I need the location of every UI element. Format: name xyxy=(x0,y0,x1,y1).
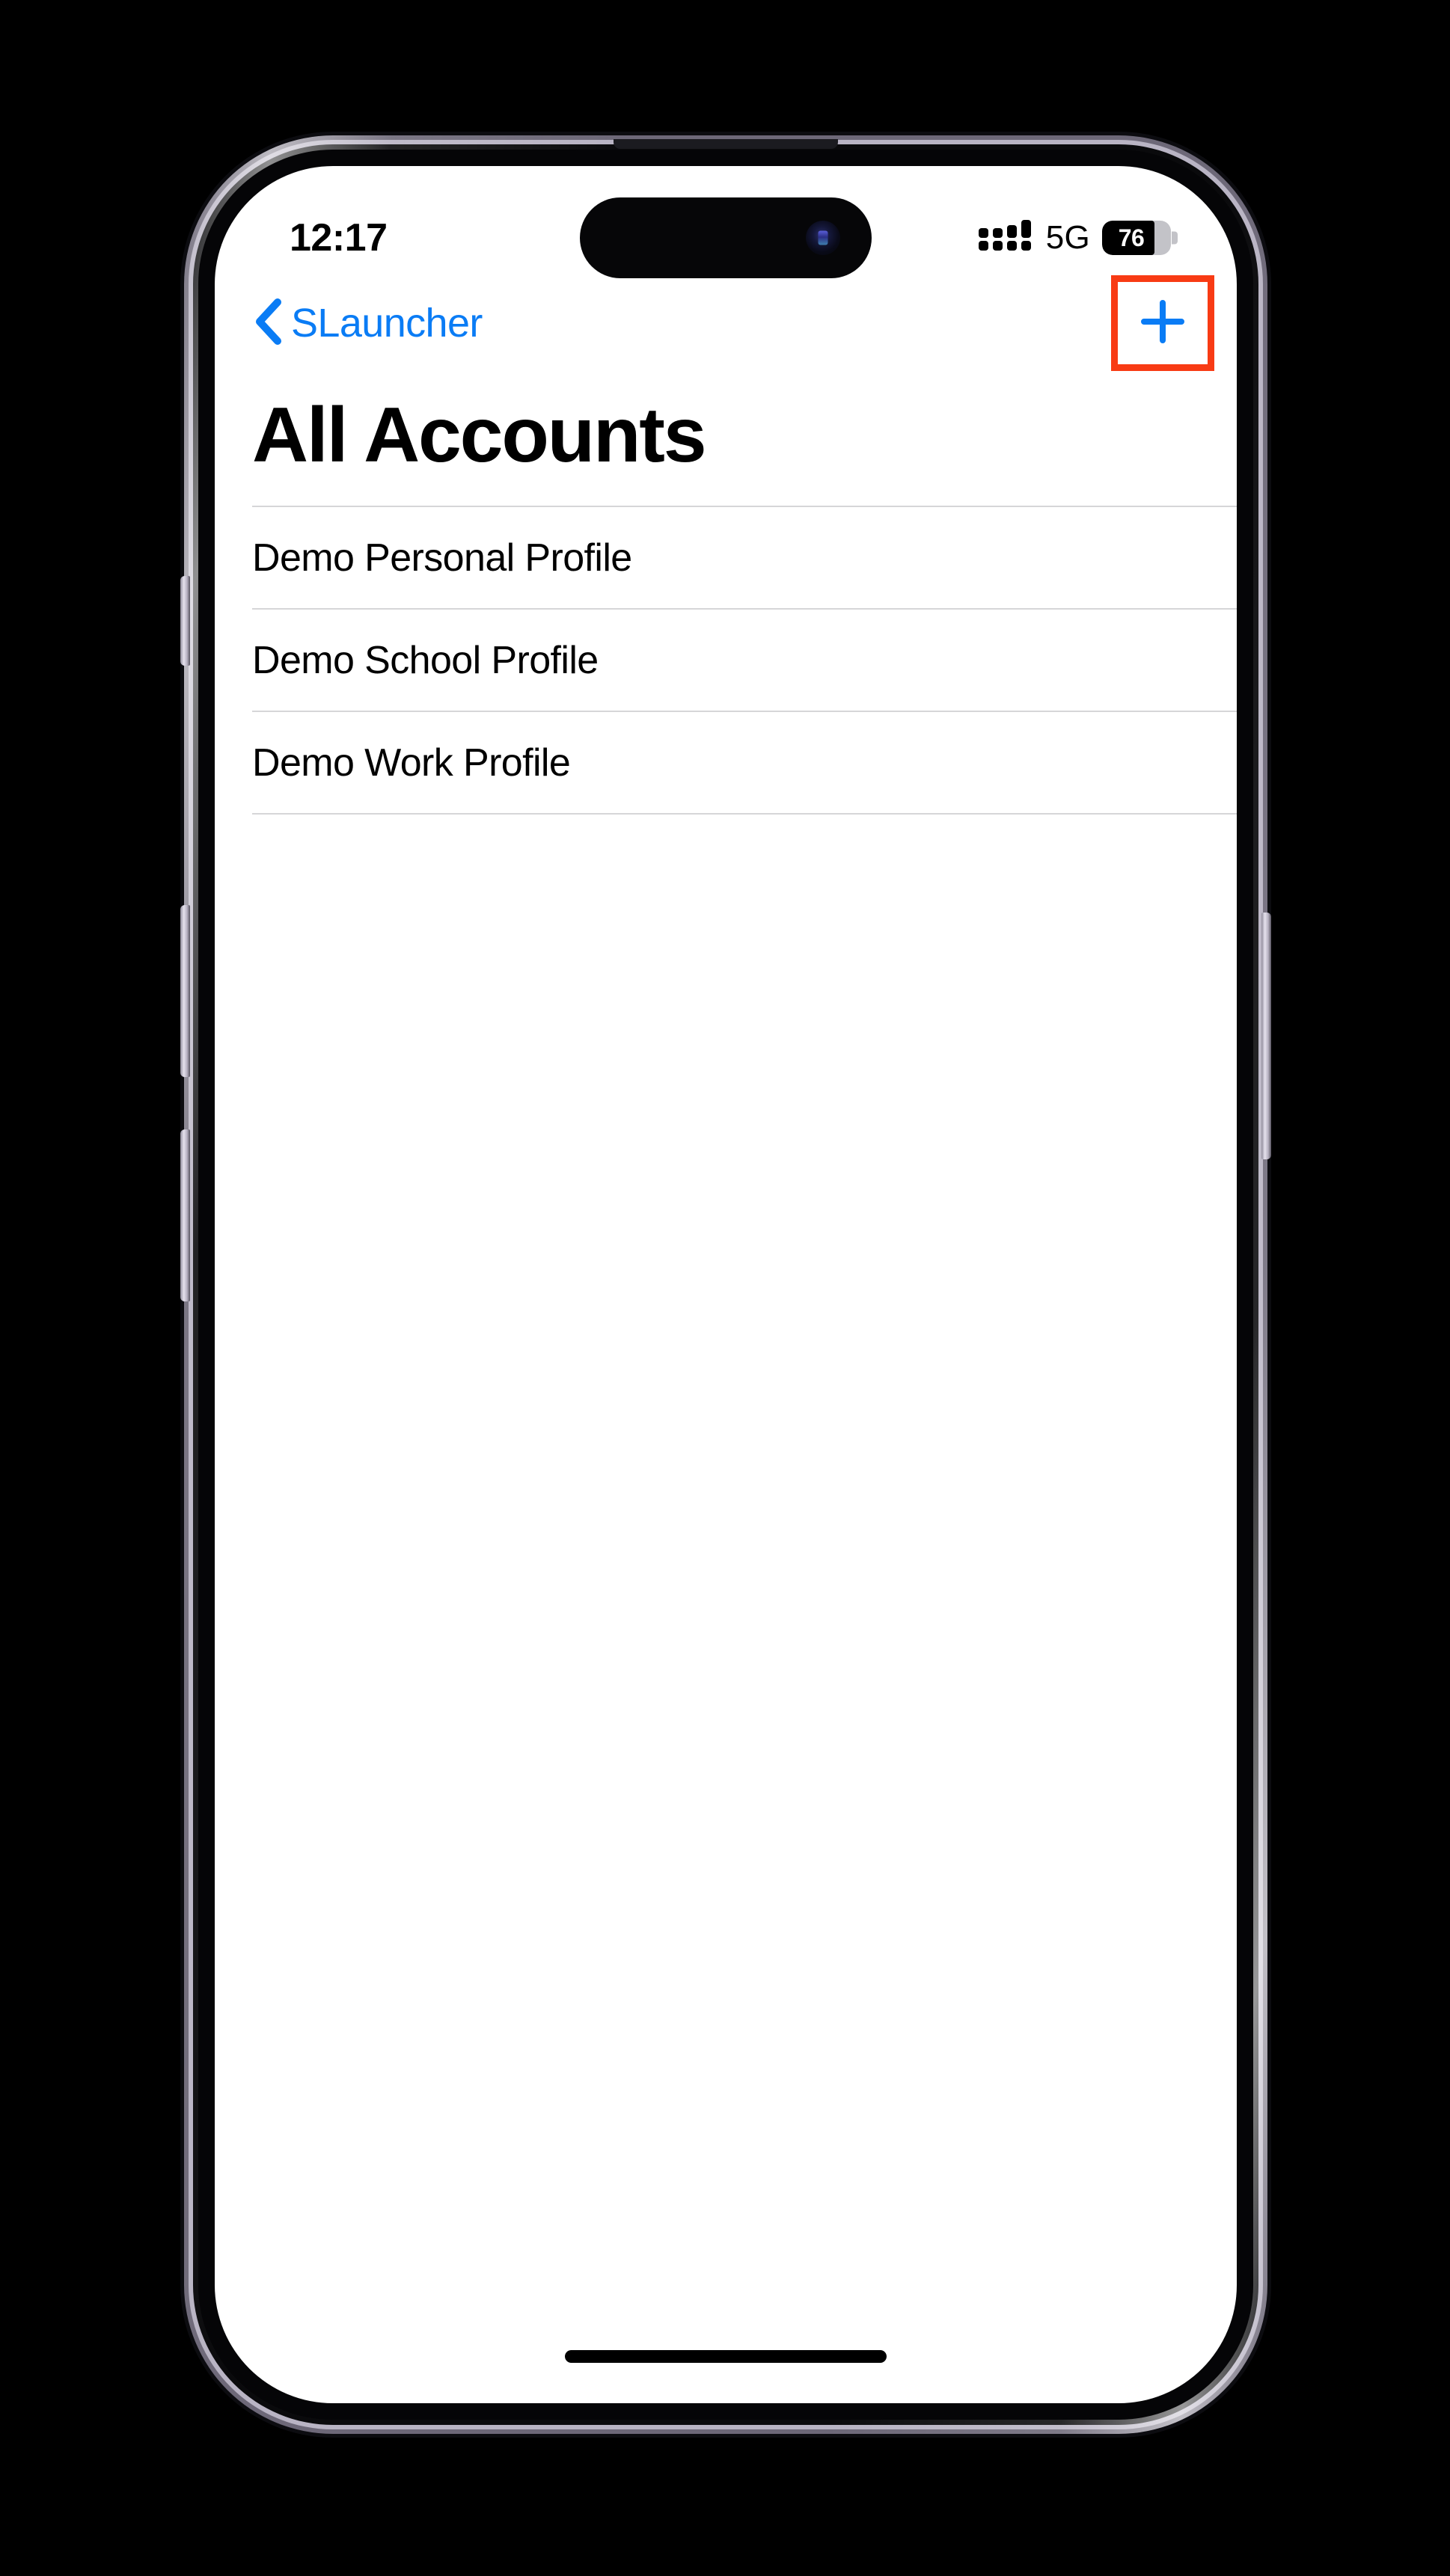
action-button[interactable] xyxy=(180,576,190,666)
battery-level-label: 76 xyxy=(1118,224,1145,251)
back-button[interactable]: SLauncher xyxy=(254,298,483,349)
power-button[interactable] xyxy=(1261,913,1271,1159)
chevron-left-icon xyxy=(254,298,282,349)
plus-icon xyxy=(1139,298,1186,349)
volume-down-button[interactable] xyxy=(180,1129,190,1301)
phone-device-frame: 12:17 5G 76 SLauncher All Accounts Demo … xyxy=(180,139,1271,2420)
account-name: Demo School Profile xyxy=(252,638,599,682)
earpiece-speaker xyxy=(614,139,838,149)
account-name: Demo Personal Profile xyxy=(252,536,632,580)
list-item[interactable]: Demo Personal Profile xyxy=(252,507,1237,610)
add-account-button[interactable] xyxy=(1111,275,1214,371)
battery-cap xyxy=(1172,231,1178,245)
list-item[interactable]: Demo Work Profile xyxy=(252,712,1237,815)
home-indicator[interactable] xyxy=(565,2350,887,2363)
account-list: Demo Personal Profile Demo School Profil… xyxy=(252,506,1237,815)
volume-up-button[interactable] xyxy=(180,905,190,1077)
account-name: Demo Work Profile xyxy=(252,740,571,785)
battery-icon: 76 xyxy=(1102,221,1178,255)
dynamic-island[interactable] xyxy=(580,197,872,278)
navigation-bar: SLauncher xyxy=(215,275,1237,371)
back-button-label: SLauncher xyxy=(291,301,483,346)
status-bar-clock: 12:17 xyxy=(290,216,388,260)
status-bar-indicators: 5G 76 xyxy=(978,218,1178,258)
front-camera-icon xyxy=(806,221,840,255)
phone-screen: 12:17 5G 76 SLauncher All Accounts Demo … xyxy=(215,166,1237,2403)
cellular-signal-icon xyxy=(978,218,1034,258)
list-item[interactable]: Demo School Profile xyxy=(252,610,1237,712)
screenshot-stage: 12:17 5G 76 SLauncher All Accounts Demo … xyxy=(0,0,1450,2576)
network-type-label: 5G xyxy=(1045,219,1090,256)
page-title: All Accounts xyxy=(252,392,707,479)
